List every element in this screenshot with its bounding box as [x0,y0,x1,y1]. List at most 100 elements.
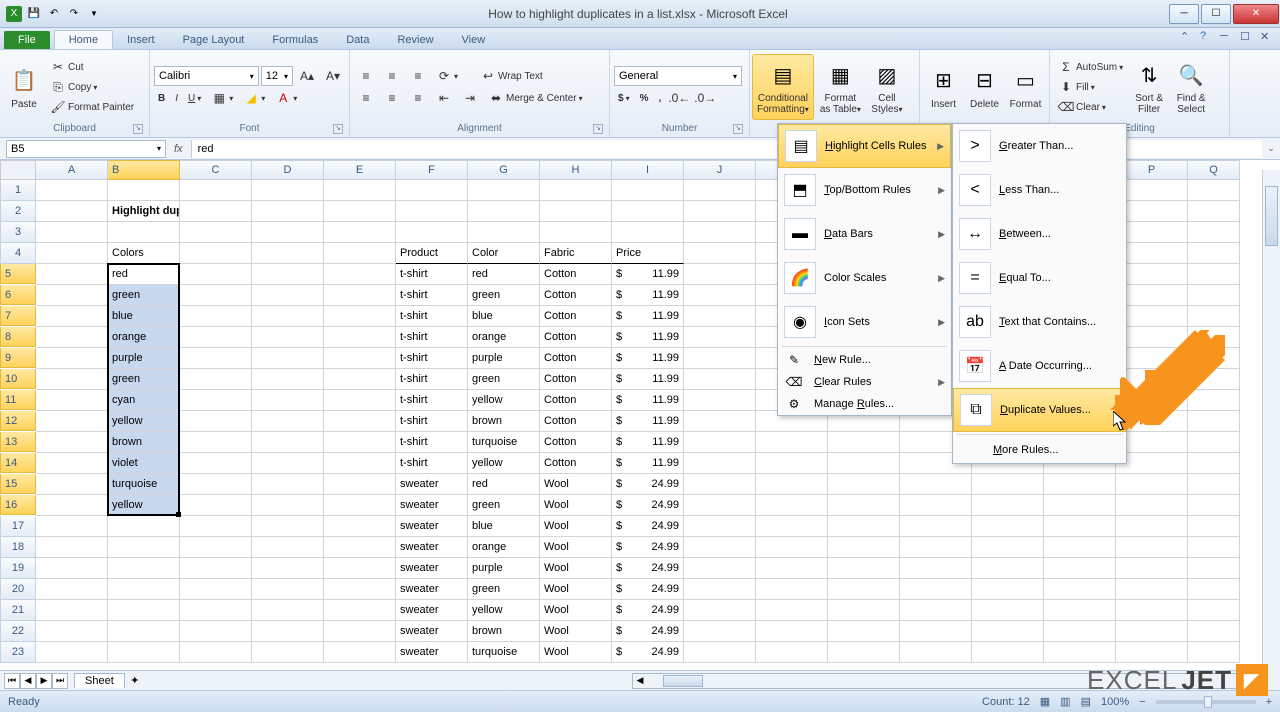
comma-button[interactable]: , [654,91,665,106]
zoom-slider[interactable] [1156,700,1256,704]
cell-F15[interactable]: sweater [396,474,468,495]
cell-B8[interactable]: orange [108,327,180,348]
cell-I17[interactable]: $24.99 [612,516,684,537]
cell-J23[interactable] [684,642,756,663]
window-restore-icon[interactable]: ☐ [1240,30,1254,44]
cell-F19[interactable]: sweater [396,558,468,579]
orientation-button[interactable]: ⟳▾ [432,66,462,86]
cell-J17[interactable] [684,516,756,537]
cell-E7[interactable] [324,306,396,327]
cell-E19[interactable] [324,558,396,579]
cell-I10[interactable]: $11.99 [612,369,684,390]
cell-J22[interactable] [684,621,756,642]
borders-button[interactable]: ▦▾ [207,88,237,108]
cell-Q15[interactable] [1188,474,1240,495]
cell-H20[interactable]: Wool [540,579,612,600]
help-icon[interactable]: ? [1200,30,1214,44]
cell-I2[interactable] [612,201,684,222]
merge-center-button[interactable]: ⬌Merge & Center▾ [484,88,587,108]
submenu-item-equal-to-[interactable]: =Equal To... [953,256,1126,300]
cell-F4[interactable]: Product [396,243,468,264]
cell-Q1[interactable] [1188,180,1240,201]
cell-H11[interactable]: Cotton [540,390,612,411]
cell-B21[interactable] [108,600,180,621]
cell-K20[interactable] [756,579,828,600]
cell-N23[interactable] [972,642,1044,663]
cell-H17[interactable]: Wool [540,516,612,537]
fx-icon[interactable]: fx [166,143,191,155]
delete-cells-button[interactable]: ⊟Delete [965,54,1004,120]
cell-B20[interactable] [108,579,180,600]
minimize-button[interactable]: ─ [1169,4,1199,24]
row-header-11[interactable]: 11 [0,390,36,410]
cell-A3[interactable] [36,222,108,243]
cell-J10[interactable] [684,369,756,390]
percent-button[interactable]: % [636,91,653,106]
cell-G8[interactable]: orange [468,327,540,348]
cell-M19[interactable] [900,558,972,579]
cell-D3[interactable] [252,222,324,243]
cell-A11[interactable] [36,390,108,411]
row-header-16[interactable]: 16 [0,495,36,515]
currency-button[interactable]: $▾ [614,91,634,106]
cell-M21[interactable] [900,600,972,621]
col-header-H[interactable]: H [540,160,612,180]
row-header-22[interactable]: 22 [0,621,36,642]
dialog-launcher-icon[interactable]: ↘ [333,124,343,134]
cell-Q14[interactable] [1188,453,1240,474]
cell-I12[interactable]: $11.99 [612,411,684,432]
autosum-button[interactable]: ΣAutoSum▾ [1054,57,1127,77]
align-center-button[interactable]: ≡ [380,88,404,108]
cell-D21[interactable] [252,600,324,621]
cell-D2[interactable] [252,201,324,222]
cell-E12[interactable] [324,411,396,432]
grow-font-button[interactable]: A▴ [295,66,319,86]
undo-icon[interactable]: ↶ [46,6,62,22]
dialog-launcher-icon[interactable]: ↘ [133,124,143,134]
tab-home[interactable]: Home [54,30,113,49]
cell-M17[interactable] [900,516,972,537]
cell-H23[interactable]: Wool [540,642,612,663]
dialog-launcher-icon[interactable]: ↘ [593,124,603,134]
cell-I19[interactable]: $24.99 [612,558,684,579]
cell-H10[interactable]: Cotton [540,369,612,390]
cell-F6[interactable]: t-shirt [396,285,468,306]
cell-H6[interactable]: Cotton [540,285,612,306]
cell-Q16[interactable] [1188,495,1240,516]
cell-E17[interactable] [324,516,396,537]
cell-B2[interactable]: Highlight duplicates in a list [108,201,180,222]
cell-G14[interactable]: yellow [468,453,540,474]
cell-B13[interactable]: brown [108,432,180,453]
cell-Q4[interactable] [1188,243,1240,264]
row-header-8[interactable]: 8 [0,327,36,347]
cell-J6[interactable] [684,285,756,306]
cell-Q18[interactable] [1188,537,1240,558]
window-close-icon[interactable]: ✕ [1260,30,1274,44]
submenu-item-more-rules[interactable]: More Rules... [953,437,1126,463]
cell-D17[interactable] [252,516,324,537]
align-bottom-button[interactable]: ≡ [406,66,430,86]
cell-I22[interactable]: $24.99 [612,621,684,642]
cell-I13[interactable]: $11.99 [612,432,684,453]
menu-item-clear-rules[interactable]: ⌫Clear Rules▶ [778,371,951,393]
cell-A23[interactable] [36,642,108,663]
cell-G4[interactable]: Color [468,243,540,264]
cell-G23[interactable]: turquoise [468,642,540,663]
sheet-nav-first[interactable]: ⏮ [4,673,20,689]
cell-B6[interactable]: green [108,285,180,306]
row-header-23[interactable]: 23 [0,642,36,663]
cell-I15[interactable]: $24.99 [612,474,684,495]
cell-N16[interactable] [972,495,1044,516]
zoom-level[interactable]: 100% [1101,696,1129,708]
cell-H13[interactable]: Cotton [540,432,612,453]
cell-C19[interactable] [180,558,252,579]
cell-J12[interactable] [684,411,756,432]
cell-I11[interactable]: $11.99 [612,390,684,411]
font-name-select[interactable]: Calibri▾ [154,66,259,86]
cell-L13[interactable] [828,432,900,453]
cell-J8[interactable] [684,327,756,348]
col-header-G[interactable]: G [468,160,540,180]
cell-N22[interactable] [972,621,1044,642]
cell-F20[interactable]: sweater [396,579,468,600]
cell-G12[interactable]: brown [468,411,540,432]
